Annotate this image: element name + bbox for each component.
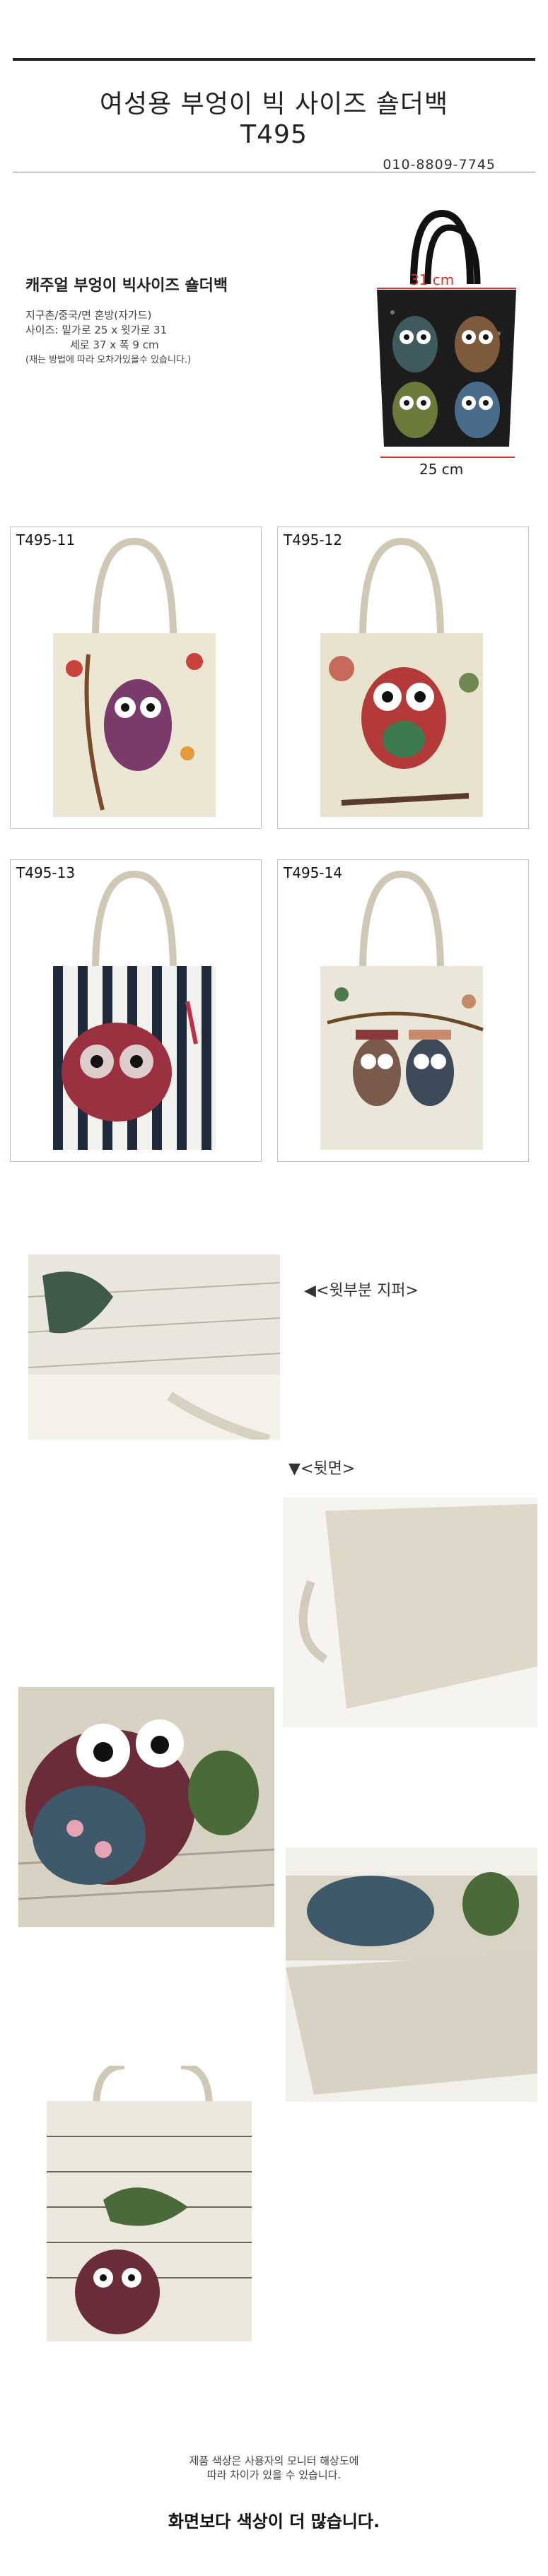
phone-number: 010-8809-7745 [383, 157, 496, 172]
color-note-line1: 제품 색상은 사용자의 모니터 해상도에 [189, 2454, 359, 2467]
variant-card[interactable]: T495-14 [277, 859, 529, 1162]
info-size: 사이즈: 밑가로 25 x 윗가로 31 [25, 324, 168, 336]
variant-card[interactable]: T495-12 [277, 527, 529, 829]
info-heading: 캐주얼 부엉이 빅사이즈 숄더백 [25, 277, 228, 295]
color-note-line2: 따라 차이가 있을 수 있습니다. [206, 2469, 342, 2481]
back-caption: ▼<뒷면> [288, 1460, 356, 1478]
info-note: (재는 방법에 따라 오차가있을수 있습니다.) [25, 355, 192, 365]
bag-t495-11-image [53, 537, 216, 817]
bottom-width-line [380, 457, 515, 458]
owl-closeup-image [18, 1687, 274, 1927]
info-size-height: 세로 37 x 폭 9 cm [70, 339, 159, 351]
product-info: 캐주얼 부엉이 빅사이즈 숄더백 지구촌/중국/면 혼방(자가드) 사이즈: 밑… [25, 273, 322, 367]
product-code: T495 [240, 120, 308, 149]
top-width-label: 31 cm [410, 271, 455, 288]
bottom-width-label: 25 cm [419, 461, 464, 478]
bag-t495-14-image [320, 870, 484, 1150]
zipper-caption: ◀<윗부분 지퍼> [304, 1282, 419, 1300]
variant-code: T495-13 [16, 864, 76, 881]
front-full-image [18, 2066, 274, 2347]
product-title: 여성용 부엉이 빅 사이즈 숄더백 [99, 90, 449, 119]
bag-t495-12-image [320, 537, 483, 817]
variant-card[interactable]: T495-11 [10, 527, 262, 829]
main-product-image [371, 199, 528, 461]
top-rule [13, 58, 535, 61]
bottom-detail-image [286, 1847, 537, 2102]
variant-code: T495-11 [16, 531, 76, 548]
variant-code: T495-14 [284, 864, 343, 881]
final-message: 화면보다 색상이 더 많습니다. [168, 2512, 380, 2531]
zipper-detail-image [28, 1254, 280, 1440]
variant-code: T495-12 [284, 531, 343, 548]
bag-t495-13-image [53, 870, 216, 1150]
variant-card[interactable]: T495-13 [10, 859, 262, 1162]
info-origin: 지구촌/중국/면 혼방(자가드) [25, 309, 152, 322]
back-view-image [283, 1497, 537, 1727]
color-note: 제품 색상은 사용자의 모니터 해상도에 따라 차이가 있을 수 있습니다. [0, 2454, 548, 2482]
